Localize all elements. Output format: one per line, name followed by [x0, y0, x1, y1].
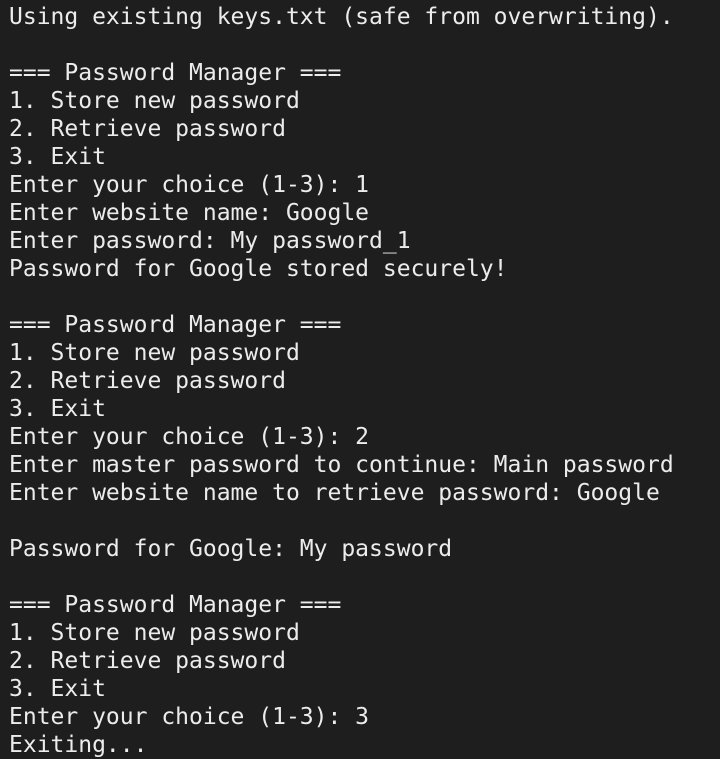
stored-confirmation: Password for Google stored securely! [9, 256, 508, 282]
choice-prompt: Enter your choice (1-3): 1 [9, 172, 370, 198]
menu-option-retrieve: 2. Retrieve password [9, 648, 286, 674]
menu-option-store: 1. Store new password [9, 340, 300, 366]
menu-option-exit: 3. Exit [9, 676, 106, 702]
retrieve-website-prompt: Enter website name to retrieve password:… [9, 480, 660, 506]
menu-option-retrieve: 2. Retrieve password [9, 116, 286, 142]
password-prompt: Enter password: My password_1 [9, 228, 411, 254]
menu-option-retrieve: 2. Retrieve password [9, 368, 286, 394]
menu-header: === Password Manager === [9, 312, 342, 338]
terminal-window[interactable]: Using existing keys.txt (safe from overw… [0, 0, 720, 758]
menu-header: === Password Manager === [9, 60, 342, 86]
menu-option-store: 1. Store new password [9, 620, 300, 646]
menu-option-store: 1. Store new password [9, 88, 300, 114]
menu-header: === Password Manager === [9, 592, 342, 618]
master-password-prompt: Enter master password to continue: Main … [9, 452, 674, 478]
menu-option-exit: 3. Exit [9, 144, 106, 170]
choice-prompt: Enter your choice (1-3): 2 [9, 424, 370, 450]
choice-prompt: Enter your choice (1-3): 3 [9, 704, 370, 730]
exiting-message: Exiting... [9, 732, 148, 758]
retrieved-password-output: Password for Google: My password [9, 536, 453, 562]
terminal-line-using-keys: Using existing keys.txt (safe from overw… [9, 4, 674, 30]
website-prompt: Enter website name: Google [9, 200, 370, 226]
menu-option-exit: 3. Exit [9, 396, 106, 422]
